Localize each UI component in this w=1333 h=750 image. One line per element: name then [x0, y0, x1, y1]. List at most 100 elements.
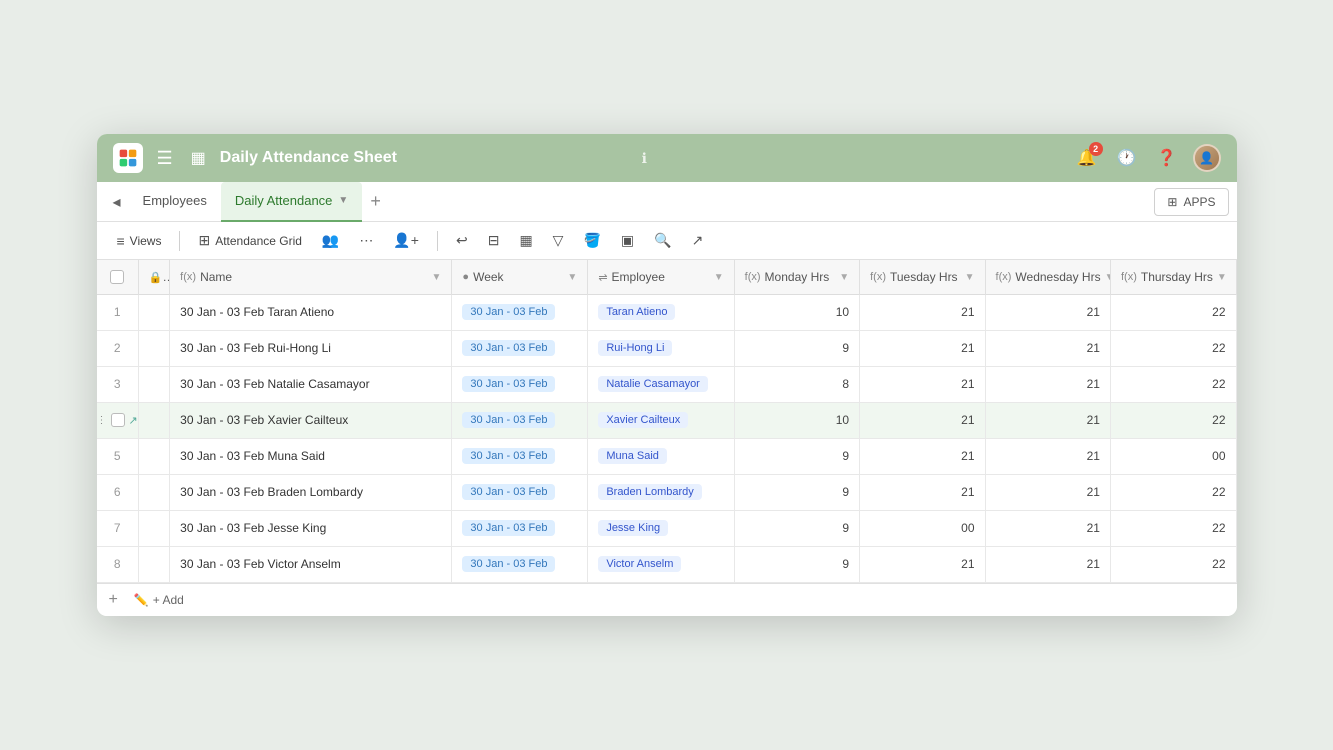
wednesday-hrs-cell[interactable]: 21 [985, 294, 1110, 330]
thursday-hrs-cell[interactable]: 22 [1110, 366, 1236, 402]
employee-cell[interactable]: Muna Said [588, 438, 734, 474]
tuesday-hrs-cell[interactable]: 21 [860, 366, 985, 402]
wednesday-hrs-cell[interactable]: 21 [985, 510, 1110, 546]
employee-cell[interactable]: Rui-Hong Li [588, 330, 734, 366]
wednesday-sort-icon[interactable]: ▼ [1105, 272, 1111, 283]
select-all-checkbox[interactable] [110, 270, 124, 284]
history-button[interactable]: 🕐 [1113, 144, 1141, 172]
week-cell[interactable]: 30 Jan - 03 Feb [452, 294, 588, 330]
tuesday-sort-icon[interactable]: ▼ [965, 272, 975, 283]
monday-hrs-cell[interactable]: 9 [734, 330, 859, 366]
monday-hrs-cell[interactable]: 9 [734, 510, 859, 546]
week-cell[interactable]: 30 Jan - 03 Feb [452, 330, 588, 366]
header-monday[interactable]: f(x) Monday Hrs ▼ [734, 260, 859, 294]
users-button[interactable]: 👥 [314, 228, 347, 253]
tuesday-hrs-cell[interactable]: 21 [860, 402, 985, 438]
monday-hrs-cell[interactable]: 9 [734, 438, 859, 474]
employee-cell[interactable]: Xavier Cailteux [588, 402, 734, 438]
group-button[interactable]: ▦ [511, 228, 540, 253]
name-cell[interactable]: 30 Jan - 03 Feb Jesse King [170, 510, 452, 546]
fill-button[interactable]: 🪣 [575, 228, 608, 253]
wednesday-hrs-cell[interactable]: 21 [985, 438, 1110, 474]
add-row-button[interactable]: ✏️ + Add [126, 590, 192, 610]
row-expand-icon[interactable]: ⋮ [97, 415, 107, 426]
employee-sort-icon[interactable]: ▼ [714, 272, 724, 283]
views-button[interactable]: ≡ Views [109, 229, 170, 253]
thursday-hrs-cell[interactable]: 22 [1110, 546, 1236, 582]
export-button[interactable]: ↗ [684, 228, 712, 253]
week-cell[interactable]: 30 Jan - 03 Feb [452, 438, 588, 474]
monday-sort-icon[interactable]: ▼ [839, 272, 849, 283]
thursday-hrs-cell[interactable]: 22 [1110, 510, 1236, 546]
help-button[interactable]: ❓ [1153, 144, 1181, 172]
header-week[interactable]: ● Week ▼ [452, 260, 588, 294]
thursday-hrs-cell[interactable]: 22 [1110, 294, 1236, 330]
thursday-hrs-cell[interactable]: 22 [1110, 402, 1236, 438]
fields-button[interactable]: ⊟ [480, 228, 508, 253]
name-sort-icon[interactable]: ▼ [432, 272, 442, 283]
expand-arrow-icon[interactable]: ↗ [129, 414, 138, 427]
wednesday-hrs-cell[interactable]: 21 [985, 546, 1110, 582]
apps-button[interactable]: ⊞ APPS [1154, 188, 1228, 216]
week-cell[interactable]: 30 Jan - 03 Feb [452, 510, 588, 546]
row-checkbox[interactable] [111, 413, 125, 427]
name-cell[interactable]: 30 Jan - 03 Feb Braden Lombardy [170, 474, 452, 510]
tuesday-hrs-cell[interactable]: 00 [860, 510, 985, 546]
monday-hrs-cell[interactable]: 8 [734, 366, 859, 402]
avatar[interactable]: 👤 [1193, 144, 1221, 172]
name-cell[interactable]: 30 Jan - 03 Feb Rui-Hong Li [170, 330, 452, 366]
wednesday-hrs-cell[interactable]: 21 [985, 474, 1110, 510]
employee-cell[interactable]: Natalie Casamayor [588, 366, 734, 402]
header-tuesday[interactable]: f(x) Tuesday Hrs ▼ [860, 260, 985, 294]
wednesday-hrs-cell[interactable]: 21 [985, 366, 1110, 402]
header-thursday[interactable]: f(x) Thursday Hrs ▼ [1110, 260, 1236, 294]
name-cell[interactable]: 30 Jan - 03 Feb Natalie Casamayor [170, 366, 452, 402]
more-options-button[interactable]: ⋯ [351, 228, 381, 253]
employee-cell[interactable]: Jesse King [588, 510, 734, 546]
week-cell[interactable]: 30 Jan - 03 Feb [452, 366, 588, 402]
name-cell[interactable]: 30 Jan - 03 Feb Victor Anselm [170, 546, 452, 582]
filter-button[interactable]: ▽ [545, 228, 572, 253]
thursday-hrs-cell[interactable]: 00 [1110, 438, 1236, 474]
week-cell[interactable]: 30 Jan - 03 Feb [452, 474, 588, 510]
employee-cell[interactable]: Braden Lombardy [588, 474, 734, 510]
header-wednesday[interactable]: f(x) Wednesday Hrs ▼ [985, 260, 1110, 294]
header-name[interactable]: f(x) Name ▼ [170, 260, 452, 294]
undo-button[interactable]: ↩ [448, 228, 476, 253]
tuesday-hrs-cell[interactable]: 21 [860, 330, 985, 366]
week-cell[interactable]: 30 Jan - 03 Feb [452, 402, 588, 438]
name-cell[interactable]: 30 Jan - 03 Feb Xavier Cailteux [170, 402, 452, 438]
tab-daily-attendance[interactable]: Daily Attendance ▼ [221, 182, 362, 222]
tuesday-hrs-cell[interactable]: 21 [860, 294, 985, 330]
tuesday-hrs-cell[interactable]: 21 [860, 546, 985, 582]
wednesday-hrs-cell[interactable]: 21 [985, 402, 1110, 438]
info-icon[interactable]: ℹ [642, 150, 647, 167]
menu-icon[interactable]: ☰ [153, 144, 177, 173]
tuesday-hrs-cell[interactable]: 21 [860, 474, 985, 510]
monday-hrs-cell[interactable]: 9 [734, 474, 859, 510]
employee-cell[interactable]: Taran Atieno [588, 294, 734, 330]
tuesday-hrs-cell[interactable]: 21 [860, 438, 985, 474]
thursday-hrs-cell[interactable]: 22 [1110, 330, 1236, 366]
share-button[interactable]: 👤+ [385, 228, 427, 253]
add-row-plus[interactable]: + [109, 591, 118, 609]
week-sort-icon[interactable]: ▼ [567, 272, 577, 283]
monday-hrs-cell[interactable]: 10 [734, 402, 859, 438]
monday-hrs-cell[interactable]: 9 [734, 546, 859, 582]
name-cell[interactable]: 30 Jan - 03 Feb Muna Said [170, 438, 452, 474]
notification-button[interactable]: 🔔 2 [1073, 144, 1101, 172]
tab-collapse-button[interactable]: ◂ [105, 188, 129, 216]
grid-view-button[interactable]: ⊞ Attendance Grid [190, 228, 309, 253]
name-cell[interactable]: 30 Jan - 03 Feb Taran Atieno [170, 294, 452, 330]
monday-hrs-cell[interactable]: 10 [734, 294, 859, 330]
search-button[interactable]: 🔍 [646, 228, 679, 253]
header-employee[interactable]: ⇌ Employee ▼ [588, 260, 734, 294]
add-tab-button[interactable]: + [362, 187, 389, 216]
wednesday-hrs-cell[interactable]: 21 [985, 330, 1110, 366]
tab-employees[interactable]: Employees [129, 182, 221, 222]
thursday-hrs-cell[interactable]: 22 [1110, 474, 1236, 510]
row-height-button[interactable]: ▣ [613, 228, 642, 253]
week-cell[interactable]: 30 Jan - 03 Feb [452, 546, 588, 582]
thursday-sort-icon[interactable]: ▼ [1217, 272, 1227, 283]
employee-cell[interactable]: Victor Anselm [588, 546, 734, 582]
